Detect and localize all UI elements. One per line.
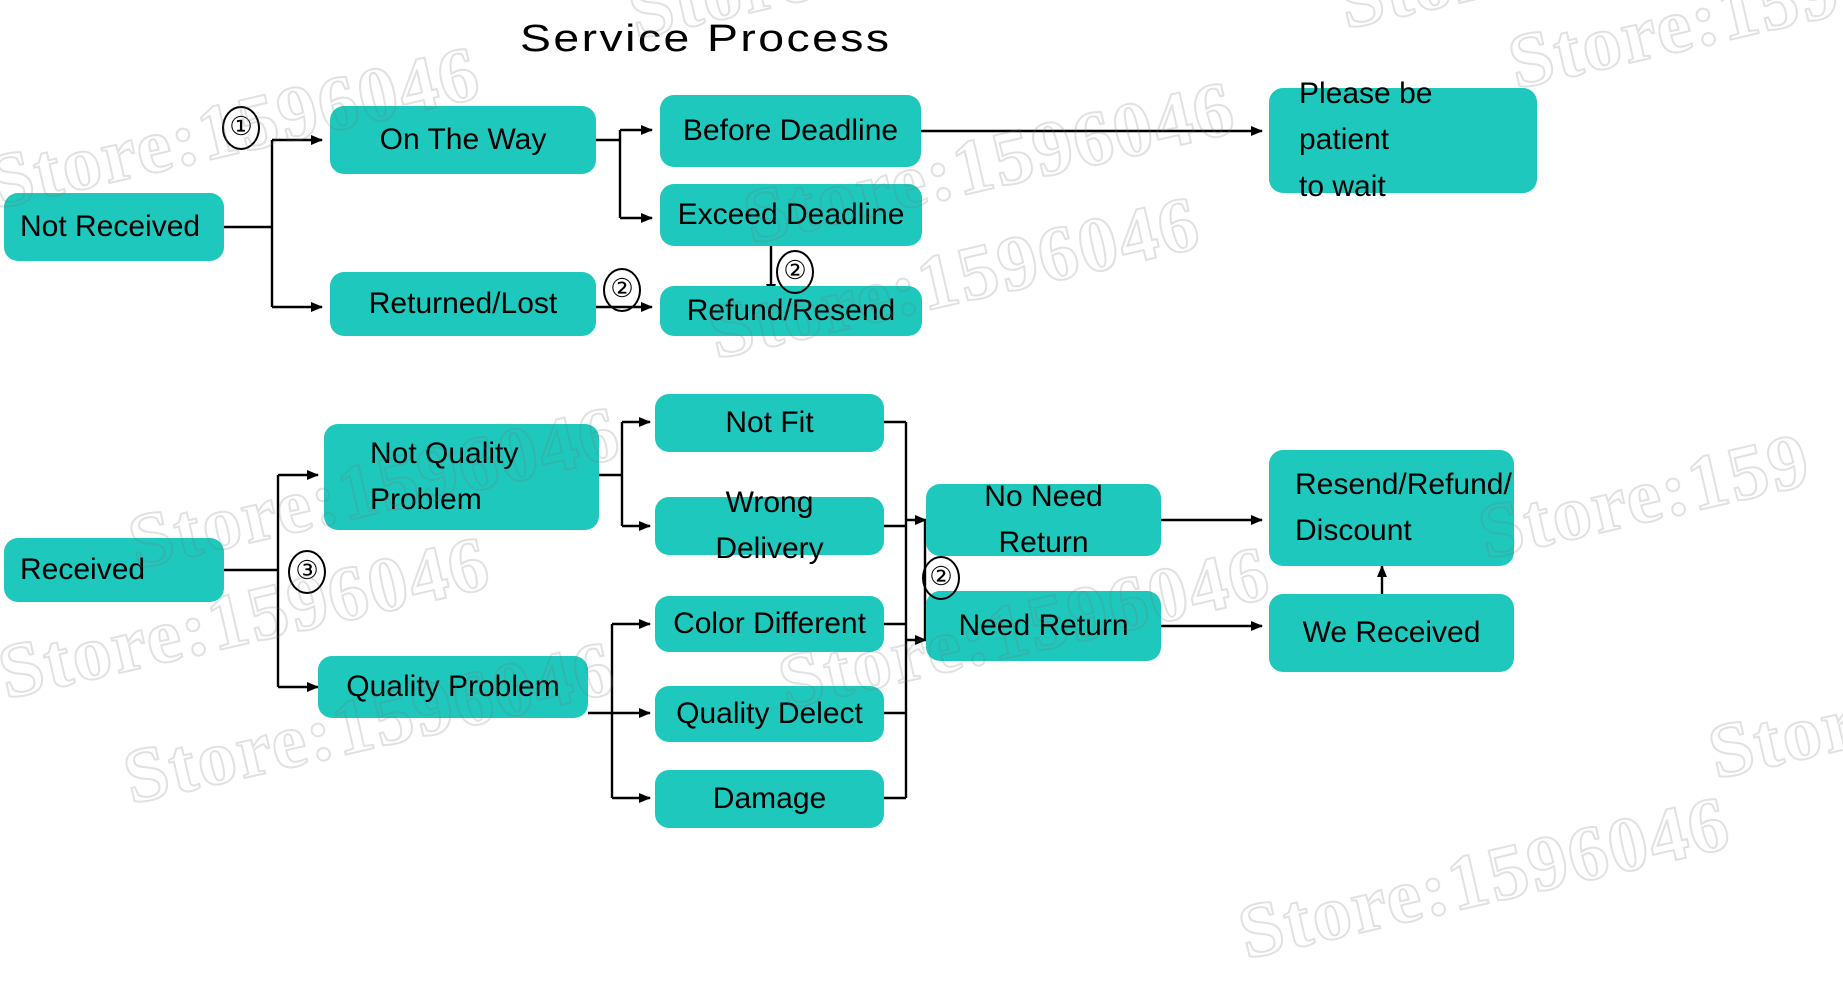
- step-marker-3: ③: [288, 550, 326, 594]
- node-not-fit[interactable]: Not Fit: [655, 394, 884, 452]
- node-exceed-deadline[interactable]: Exceed Deadline: [660, 184, 922, 246]
- node-label: Color Different: [673, 606, 866, 640]
- page-title: Service Process: [520, 18, 892, 60]
- node-on-the-way[interactable]: On The Way: [330, 106, 596, 174]
- step-marker-2-return-decision: ②: [922, 556, 960, 600]
- node-received[interactable]: Received: [4, 538, 224, 602]
- node-label: Not Fit: [725, 405, 814, 439]
- flowchart-canvas: Store:1596046 Store:1596046 Store:159604…: [0, 0, 1843, 1000]
- node-please-be-patient-to-wait[interactable]: Please be patient to wait: [1269, 77, 1537, 203]
- node-label: Received: [20, 552, 146, 586]
- node-before-deadline[interactable]: Before Deadline: [660, 95, 921, 167]
- watermark-text: Store:1596046: [1229, 777, 1739, 977]
- node-label: No Need Return: [984, 479, 1103, 560]
- watermark-text: Store:159: [1469, 414, 1819, 577]
- node-returned-lost[interactable]: Returned/Lost: [330, 272, 596, 336]
- node-label: Not Received: [20, 209, 201, 243]
- node-label: Quality Delect: [676, 696, 863, 730]
- node-label: Need Return: [958, 608, 1129, 642]
- node-label: Before Deadline: [682, 113, 899, 147]
- node-not-quality-problem[interactable]: Not Quality Problem: [324, 424, 599, 530]
- node-label: Quality Problem: [346, 669, 560, 703]
- node-label: Refund/Resend: [686, 293, 896, 327]
- node-not-received[interactable]: Not Received: [4, 193, 224, 261]
- step-marker-2-returned-lost: ②: [603, 268, 641, 312]
- node-label: Exceed Deadline: [677, 197, 905, 231]
- connector-lines: [224, 125, 1387, 803]
- node-label: Not Quality Problem: [370, 436, 519, 517]
- watermark-text: Store:159: [1499, 0, 1843, 107]
- node-label: Returned/Lost: [368, 286, 558, 320]
- node-quality-delect[interactable]: Quality Delect: [655, 686, 884, 742]
- node-resend-refund-discount[interactable]: Resend/Refund/ Discount: [1269, 450, 1514, 566]
- step-marker-2-exceed-deadline: ②: [776, 250, 814, 294]
- node-label: Wrong Delivery: [715, 485, 824, 566]
- watermark-layer: Store:1596046 Store:1596046 Store:159604…: [0, 0, 1843, 1000]
- watermark-text: Store:1596046: [1329, 0, 1839, 48]
- watermark-text: Stor: [1699, 676, 1843, 797]
- step-marker-1: ①: [222, 106, 260, 150]
- node-wrong-delivery[interactable]: Wrong Delivery: [655, 486, 884, 565]
- node-no-need-return[interactable]: No Need Return: [926, 480, 1161, 559]
- node-need-return[interactable]: Need Return: [926, 591, 1161, 661]
- node-label: On The Way: [379, 122, 547, 156]
- node-quality-problem[interactable]: Quality Problem: [318, 656, 588, 718]
- node-color-different[interactable]: Color Different: [655, 596, 884, 652]
- node-label: Resend/Refund/ Discount: [1295, 467, 1512, 548]
- node-label: We Received: [1302, 615, 1481, 649]
- node-label: Please be patient to wait: [1299, 76, 1433, 203]
- watermark-text: Store:1596046: [114, 622, 624, 822]
- node-damage[interactable]: Damage: [655, 770, 884, 828]
- node-label: Damage: [712, 781, 827, 815]
- node-we-received[interactable]: We Received: [1269, 594, 1514, 672]
